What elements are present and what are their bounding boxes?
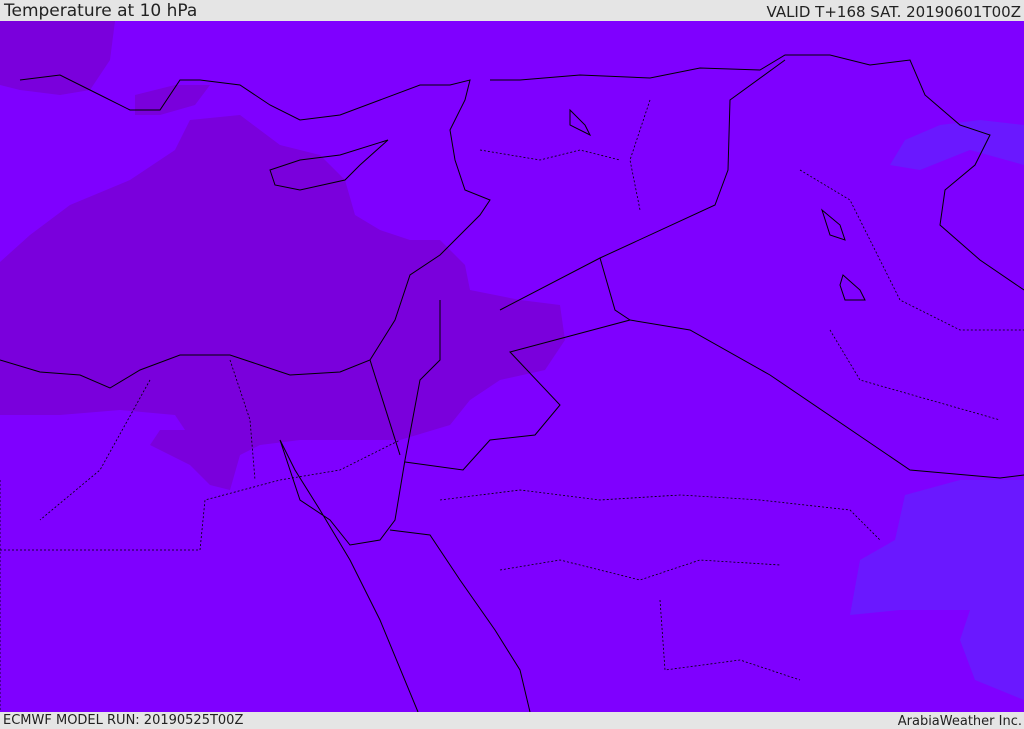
temperature-map: [0, 21, 1024, 712]
brand-label: ArabiaWeather Inc.: [897, 714, 1022, 729]
model-run-label: ECMWF MODEL RUN: 20190525T00Z: [3, 713, 244, 728]
map-title: Temperature at 10 hPa: [4, 1, 198, 21]
header-bar: Temperature at 10 hPa VALID T+168 SAT. 2…: [0, 0, 1024, 21]
valid-time: VALID T+168 SAT. 20190601T00Z: [766, 3, 1021, 21]
footer-bar: ECMWF MODEL RUN: 20190525T00Z ArabiaWeat…: [0, 712, 1024, 729]
